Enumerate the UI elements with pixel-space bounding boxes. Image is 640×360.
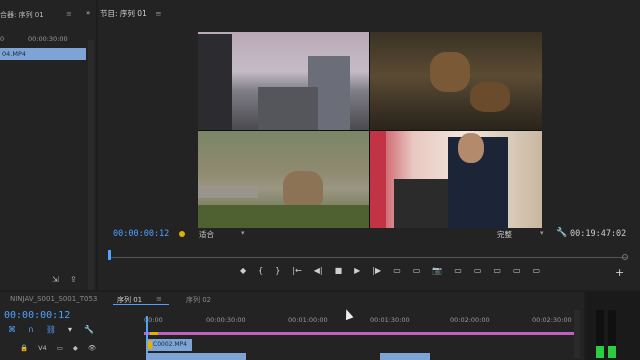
program-current-timecode[interactable]: 00:00:00:12 — [113, 229, 169, 239]
audio-meter-right-level — [608, 346, 616, 358]
active-tab-indicator — [113, 304, 169, 305]
track-output-icon[interactable]: ◆ — [73, 344, 78, 354]
video-quadrant-deer-forest — [370, 32, 542, 130]
video-preview[interactable] — [198, 32, 542, 228]
fit-select[interactable]: 适合 — [199, 229, 214, 240]
eye-icon[interactable]: 👁 — [88, 344, 96, 354]
menu-icon[interactable]: ≡ — [155, 9, 161, 18]
menu-icon[interactable]: ≡ — [66, 10, 72, 18]
source-scrollbar[interactable] — [88, 40, 94, 290]
source-ruler: 0 00:00:30:00 — [0, 32, 96, 44]
ruler-label: 00:01:30:00 — [370, 316, 410, 324]
sync-lock-icon[interactable]: ▭ — [57, 344, 63, 354]
multi-camera-button[interactable]: ▭ — [513, 266, 521, 280]
quality-select[interactable]: 完整 — [497, 229, 512, 240]
source-ruler-label: 0 — [0, 35, 5, 43]
track-label: V4 — [38, 344, 47, 352]
timeline-clip[interactable] — [380, 353, 430, 360]
tab-sequence-02[interactable]: 序列 02 — [186, 295, 211, 305]
source-ruler-label: 00:00:30:00 — [28, 35, 68, 43]
track-header-v4: 🔒 V4 ▭ ◆ 👁 — [20, 344, 96, 354]
go-to-in-button[interactable]: |← — [292, 266, 301, 280]
linked-selection-icon[interactable]: ⛓ — [46, 325, 56, 335]
scrub-end-icon — [622, 254, 628, 260]
add-button[interactable]: + — [615, 266, 624, 279]
video-quadrant-people — [370, 131, 542, 228]
source-bottom-icons: ⇲ ⇪ — [52, 275, 92, 285]
tab-ninjav[interactable]: NINJAV_S001_S001_T053 — [10, 295, 97, 303]
source-panel-title[interactable]: 合器: 序列 01 — [0, 10, 44, 20]
fx-badge — [148, 341, 152, 349]
toggle-proxies-button[interactable]: ▭ — [474, 266, 482, 280]
export-frame-button[interactable]: 📷 — [432, 266, 442, 280]
magnet-snap-icon[interactable]: ∩ — [28, 325, 34, 335]
export-icon[interactable]: ⇪ — [70, 275, 77, 284]
comparison-view-button[interactable]: ▭ — [454, 266, 462, 280]
stop-button[interactable]: ■ — [335, 266, 343, 280]
ruler-label: 00:02:30:00 — [532, 316, 572, 324]
timeline-clip[interactable] — [146, 353, 246, 360]
extract-button[interactable]: ▭ — [413, 266, 421, 280]
chevron-down-icon[interactable]: ▾ — [241, 229, 245, 237]
audio-meter-left-level — [596, 346, 604, 358]
lock-icon[interactable]: 🔒 — [20, 344, 28, 354]
mark-out-button[interactable]: } — [275, 266, 280, 280]
work-area-bar[interactable] — [144, 332, 574, 335]
ruler-label: 00:01:00:00 — [288, 316, 328, 324]
menu-icon[interactable]: ≡ — [156, 295, 162, 303]
ruler-label: 00:00:30:00 — [206, 316, 246, 324]
program-duration-timecode: 00:19:47:02 — [570, 229, 627, 239]
timeline-current-timecode[interactable]: 00:00:00:12 — [4, 310, 70, 321]
play-button[interactable]: ▶ — [354, 266, 360, 280]
video-quadrant-buildings — [198, 32, 369, 130]
timeline-tools: ⌘ ∩ ⛓ ▾ 🔧 — [8, 325, 94, 335]
add-marker-icon[interactable]: ▾ — [68, 325, 72, 335]
insert-icon[interactable]: ⇲ — [52, 275, 59, 284]
vr-view-button[interactable]: ▭ — [493, 266, 501, 280]
playhead[interactable] — [108, 250, 111, 260]
lift-button[interactable]: ▭ — [393, 266, 401, 280]
nest-icon[interactable]: ⌘ — [8, 325, 16, 335]
timeline-scrollbar[interactable] — [574, 310, 580, 358]
marker-dot-icon — [179, 231, 185, 237]
timeline-clip[interactable]: C0002.MP4 — [146, 339, 192, 351]
chevron-down-icon[interactable]: ▾ — [540, 229, 544, 237]
ruler-label: 00:02:00:00 — [450, 316, 490, 324]
transport-controls: ◆ { } |← ◀| ■ ▶ |▶ ▭ ▭ 📷 ▭ ▭ ▭ ▭ ▭ — [240, 266, 540, 280]
source-panel-header: 合器: 序列 01 ≡ » — [0, 8, 96, 22]
double-chevron-icon[interactable]: » — [86, 9, 90, 17]
wrench-icon[interactable]: 🔧 — [84, 325, 94, 335]
video-quadrant-deer-park — [198, 131, 369, 228]
program-monitor-header: 节目: 序列 01 ≡ — [100, 8, 162, 22]
work-area-marker — [150, 332, 158, 335]
step-back-button[interactable]: ◀| — [314, 266, 323, 280]
wrench-icon[interactable]: 🔧 — [556, 228, 567, 238]
program-scrubber[interactable] — [108, 250, 628, 260]
step-forward-button[interactable]: |▶ — [372, 266, 381, 280]
source-clip[interactable]: 04.MP4 — [0, 48, 86, 60]
mark-in-button[interactable]: { — [258, 266, 263, 280]
timeline-ruler[interactable]: 00:00 00:00:30:00 00:01:00:00 00:01:30:0… — [144, 316, 578, 328]
add-marker-button[interactable]: ◆ — [240, 266, 246, 280]
program-monitor-title[interactable]: 节目: 序列 01 — [100, 9, 147, 18]
safe-margins-button[interactable]: ▭ — [533, 266, 541, 280]
